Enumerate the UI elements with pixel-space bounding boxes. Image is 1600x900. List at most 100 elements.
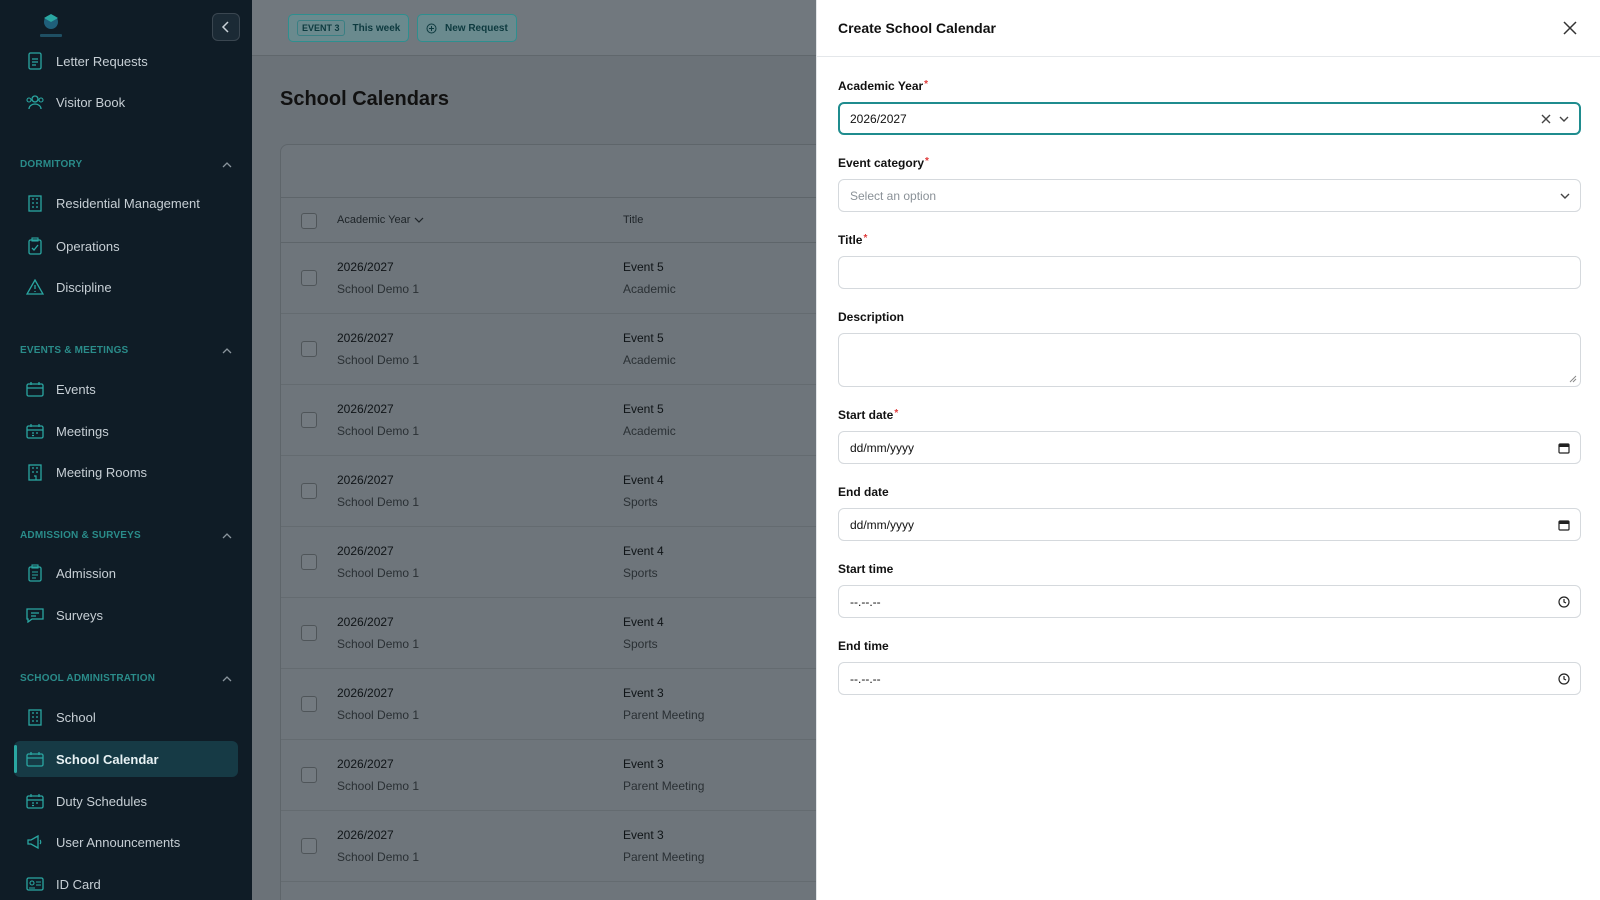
sidebar-item-label: School [56,709,96,725]
row-checkbox[interactable] [301,554,317,570]
clock-icon[interactable] [1558,595,1570,608]
row-checkbox[interactable] [301,767,317,783]
chevron-left-icon [221,21,229,33]
row-checkbox[interactable] [301,412,317,428]
table-row[interactable]: 2026/2027 School Demo 1 Event 5 Academic [281,243,816,314]
section-admission-surveys[interactable]: ADMISSION & SURVEYS [20,530,232,541]
section-school-administration[interactable]: SCHOOL ADMINISTRATION [20,673,232,684]
end-date-input[interactable]: dd/mm/yyyy [838,508,1581,541]
sidebar-item-surveys[interactable]: Surveys [14,597,238,633]
academic-year-label: Academic Year* [838,79,929,93]
row-checkbox[interactable] [301,696,317,712]
cell-category: Parent Meeting [623,708,705,722]
sidebar-item-label: Meeting Rooms [56,464,148,480]
cell-title: Event 4 [623,615,664,629]
sidebar-item-user-announcements[interactable]: User Announcements [14,824,238,860]
row-checkbox[interactable] [301,483,317,499]
clock-icon[interactable] [1558,672,1570,685]
cell-school: School Demo 1 [337,566,420,580]
cell-school: School Demo 1 [337,353,420,367]
close-button[interactable] [1560,18,1580,38]
sidebar-item-meeting-rooms[interactable]: Meeting Rooms [14,454,238,490]
sidebar-item-id-card[interactable]: ID Card [14,866,238,900]
table-row[interactable]: 2026/2027 School Demo 1 Event 4 Sports [281,598,816,669]
cell-year: 2026/2027 [337,402,394,416]
calendar-grid-icon [26,792,44,810]
sidebar-item-operations[interactable]: Operations [14,228,238,264]
table-row[interactable]: 2026/2027 School Demo 1 Event 5 Academic [281,314,816,385]
clipboard-icon [26,564,44,582]
end-time-input[interactable]: --.--.-- [838,662,1581,695]
start-date-label: Start date* [838,408,899,422]
description-textarea[interactable] [838,333,1581,387]
cell-category: Academic [623,353,676,367]
event-category-select[interactable]: Select an option [838,179,1581,212]
sidebar-item-label: Meetings [56,423,109,439]
academic-year-select[interactable]: 2026/2027 [838,102,1581,135]
drawer-header: Create School Calendar [817,0,1600,57]
table-header: Academic Year Title [281,197,816,243]
calendar-icon[interactable] [1558,519,1570,531]
cell-year: 2026/2027 [337,828,394,842]
title-input[interactable] [838,256,1581,289]
table-row[interactable]: 2026/2027 School Demo 1 Event 4 Sports [281,456,816,527]
cell-school: School Demo 1 [337,637,420,651]
event-category-placeholder: Select an option [850,188,937,203]
section-dormitory[interactable]: DORMITORY [20,159,232,170]
sidebar-item-meetings[interactable]: Meetings [14,413,238,449]
table-row[interactable]: 2026/2027 School Demo 1 Event 3 Parent M… [281,740,816,811]
calendar-icon [26,380,44,398]
close-icon [1563,21,1577,35]
sidebar-item-admission[interactable]: Admission [14,555,238,591]
sidebar-item-duty-schedules[interactable]: Duty Schedules [14,783,238,819]
clipboard-check-icon [26,237,44,255]
sidebar-item-residential-management[interactable]: Residential Management [14,185,238,221]
building-icon [26,194,44,212]
table-row[interactable]: 2026/2027 School Demo 1 Event 5 Academic [281,385,816,456]
collapse-sidebar-button[interactable] [212,13,240,41]
chevron-up-icon [222,161,232,167]
main-content: EVENT 3 This week New Request School Cal… [252,0,816,900]
row-checkbox[interactable] [301,625,317,641]
cell-title: Event 5 [623,402,664,416]
users-icon [26,93,44,111]
column-title: Title [623,214,644,226]
resize-handle-icon[interactable] [1569,375,1577,383]
cell-title: Event 5 [623,260,664,274]
sidebar-item-school[interactable]: School [14,699,238,735]
new-request-button[interactable]: New Request [417,14,517,42]
table-row[interactable]: 2026/2027 School Demo 1 Event 3 Parent M… [281,669,816,740]
clear-icon[interactable] [1541,114,1551,124]
cell-category: Parent Meeting [623,779,705,793]
app-logo [34,12,68,40]
start-time-input[interactable]: --.--.-- [838,585,1581,618]
start-date-input[interactable]: dd/mm/yyyy [838,431,1581,464]
calendar-icon[interactable] [1558,442,1570,454]
row-checkbox[interactable] [301,341,317,357]
sidebar-item-events[interactable]: Events [14,371,238,407]
page-title: School Calendars [280,88,449,110]
cell-school: School Demo 1 [337,708,420,722]
sidebar-item-visitor-book[interactable]: Visitor Book [14,84,238,120]
select-all-checkbox[interactable] [301,213,317,229]
sidebar-item-label: Discipline [56,279,112,295]
column-academic-year[interactable]: Academic Year [337,214,424,226]
sidebar-item-letter-requests[interactable]: Letter Requests [14,43,238,79]
table-row[interactable]: 2026/2027 School Demo 1 Event 3 Parent M… [281,811,816,882]
cell-title: Event 3 [623,757,664,771]
sidebar-item-discipline[interactable]: Discipline [14,269,238,305]
sidebar-item-label: Duty Schedules [56,793,148,809]
row-checkbox[interactable] [301,270,317,286]
sidebar-item-school-calendar[interactable]: School Calendar [14,741,238,777]
cell-year: 2026/2027 [337,686,394,700]
section-events-meetings[interactable]: EVENTS & MEETINGS [20,345,232,356]
table-row[interactable]: 2026/2027 School Demo 1 Event 4 Sports [281,527,816,598]
end-date-label: End date [838,485,889,499]
chevron-up-icon [222,532,232,538]
plus-circle-icon [426,23,437,33]
row-checkbox[interactable] [301,838,317,854]
sidebar-item-label: Residential Management [56,195,200,211]
cell-year: 2026/2027 [337,757,394,771]
calendar-table: Academic Year Title 2026/2027 School Dem… [280,144,816,900]
event-chip[interactable]: EVENT 3 This week [288,14,410,42]
